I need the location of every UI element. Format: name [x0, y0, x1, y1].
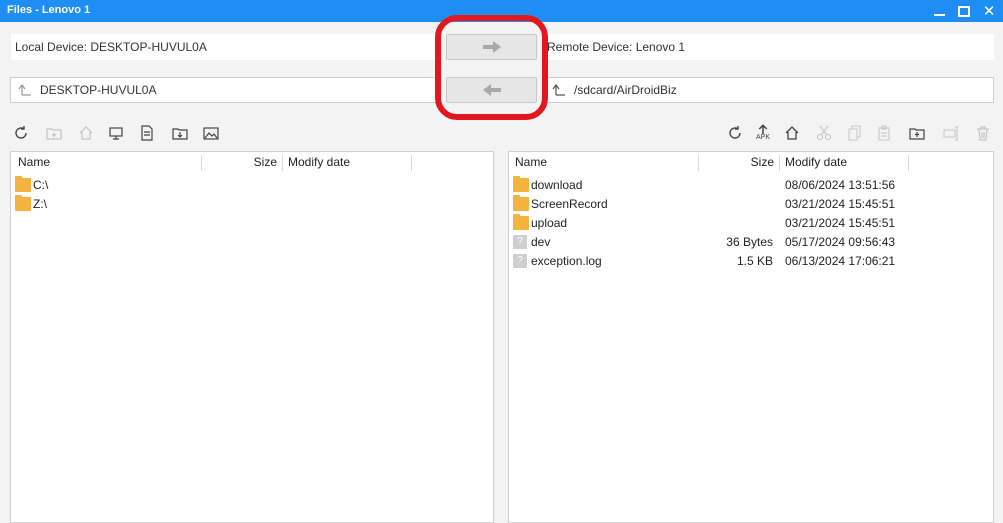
column-header-modified[interactable]: Modify date [785, 152, 847, 173]
folder-icon [15, 176, 31, 192]
home-icon [77, 124, 95, 142]
home-icon[interactable] [783, 124, 801, 142]
item-name: upload [531, 216, 568, 230]
list-item[interactable]: ? exception.log 1.5 KB 06/13/2024 17:06:… [509, 252, 993, 271]
window-title: Files - Lenovo 1 [7, 4, 91, 16]
item-name: ScreenRecord [531, 197, 608, 211]
column-separator[interactable] [908, 155, 909, 171]
item-name: download [531, 178, 583, 192]
column-header-size[interactable]: Size [709, 152, 774, 173]
list-item[interactable]: download 08/06/2024 13:51:56 [509, 176, 993, 195]
folder-icon [15, 195, 31, 211]
local-device-label: Local Device: DESKTOP-HUVUL0A [11, 34, 436, 60]
column-header-size[interactable]: Size [211, 152, 277, 173]
new-folder-icon[interactable] [908, 124, 926, 142]
remote-path-text: /sdcard/AirDroidBiz [574, 83, 677, 97]
documents-icon[interactable] [138, 124, 156, 142]
folder-icon [513, 176, 529, 192]
column-separator[interactable] [698, 155, 699, 171]
maximize-icon [958, 5, 970, 17]
list-item[interactable]: ScreenRecord 03/21/2024 15:45:51 [509, 195, 993, 214]
list-item[interactable]: Z:\ [11, 195, 493, 214]
refresh-icon[interactable] [12, 124, 30, 142]
item-name: Z:\ [33, 197, 47, 211]
item-modified: 05/17/2024 09:56:43 [785, 235, 896, 249]
delete-icon [974, 124, 992, 142]
folder-icon [513, 195, 529, 211]
item-name: C:\ [33, 178, 49, 192]
column-header-modified[interactable]: Modify date [288, 152, 350, 173]
local-file-list[interactable]: Name Size Modify date C:\ Z:\ [10, 151, 494, 523]
remote-path-bar[interactable]: /sdcard/AirDroidBiz [544, 77, 994, 103]
column-header-name[interactable]: Name [18, 152, 50, 173]
rename-icon [942, 124, 960, 142]
column-separator[interactable] [411, 155, 412, 171]
item-modified: 03/21/2024 15:45:51 [785, 216, 896, 230]
pictures-icon[interactable] [202, 124, 220, 142]
cut-icon [815, 124, 833, 142]
parent-folder-icon[interactable] [18, 83, 32, 97]
close-button[interactable]: ✕ [977, 0, 1001, 22]
item-size: 1.5 KB [736, 254, 773, 268]
item-modified: 06/13/2024 17:06:21 [785, 254, 896, 268]
column-separator[interactable] [779, 155, 780, 171]
downloads-icon[interactable] [171, 124, 189, 142]
folder-icon [513, 214, 529, 230]
item-modified: 03/21/2024 15:45:51 [785, 197, 896, 211]
upload-arrow-icon [758, 124, 768, 134]
item-modified: 08/06/2024 13:51:56 [785, 178, 896, 192]
list-item[interactable]: C:\ [11, 176, 493, 195]
item-name: exception.log [531, 254, 602, 268]
unknown-file-icon: ? [513, 254, 527, 268]
column-separator[interactable] [282, 155, 283, 171]
install-apk-button[interactable]: APK [754, 124, 772, 142]
parent-folder-icon[interactable] [552, 83, 566, 97]
refresh-icon[interactable] [726, 124, 744, 142]
copy-icon [845, 124, 863, 142]
list-item[interactable]: ? dev 36 Bytes 05/17/2024 09:56:43 [509, 233, 993, 252]
column-header-name[interactable]: Name [515, 152, 547, 173]
desktop-icon[interactable] [107, 124, 125, 142]
remote-file-list[interactable]: Name Size Modify date download 08/06/202… [508, 151, 994, 523]
local-path-text: DESKTOP-HUVUL0A [40, 83, 157, 97]
remote-device-label: Remote Device: Lenovo 1 [542, 34, 994, 60]
maximize-button[interactable] [952, 0, 976, 22]
item-name: dev [531, 235, 551, 249]
apk-label: APK [755, 134, 770, 141]
column-separator[interactable] [201, 155, 202, 171]
close-icon: ✕ [982, 3, 996, 20]
local-path-bar[interactable]: DESKTOP-HUVUL0A [10, 77, 437, 103]
list-item[interactable]: upload 03/21/2024 15:45:51 [509, 214, 993, 233]
highlight-annotation [435, 15, 548, 120]
minimize-button[interactable] [927, 0, 951, 22]
item-size: 36 Bytes [726, 235, 773, 249]
minimize-icon [933, 14, 945, 16]
unknown-file-icon: ? [513, 235, 527, 249]
paste-icon [875, 124, 893, 142]
new-folder-icon [45, 124, 63, 142]
